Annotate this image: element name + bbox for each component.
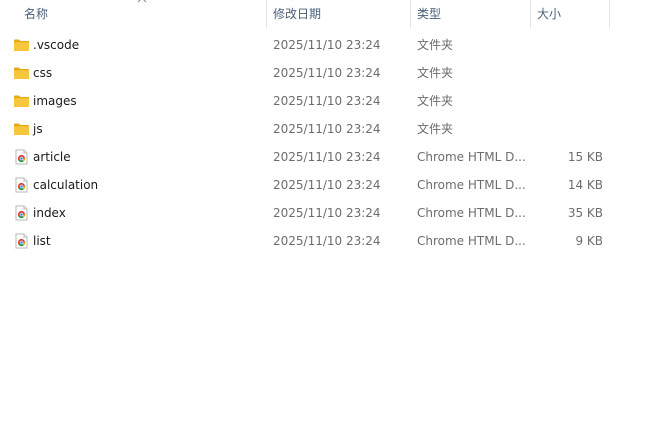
file-name: calculation xyxy=(33,178,99,192)
file-row[interactable]: calculation 2025/11/10 23:24 Chrome HTML… xyxy=(0,171,610,199)
file-type: Chrome HTML D... xyxy=(417,234,526,248)
file-name: article xyxy=(33,150,71,164)
file-row[interactable]: index 2025/11/10 23:24 Chrome HTML D... … xyxy=(0,199,610,227)
file-type: Chrome HTML D... xyxy=(417,206,526,220)
file-size: 35 KB xyxy=(567,206,603,220)
file-type: Chrome HTML D... xyxy=(417,150,526,164)
file-name: css xyxy=(33,66,53,80)
file-date: 2025/11/10 23:24 xyxy=(273,38,381,52)
file-name: images xyxy=(33,94,77,108)
file-row[interactable]: list 2025/11/10 23:24 Chrome HTML D... 9… xyxy=(0,227,610,255)
column-header-size[interactable]: 大小 xyxy=(530,0,610,28)
file-size: 15 KB xyxy=(567,150,603,164)
chrome-html-file-icon xyxy=(13,233,30,249)
file-size: 14 KB xyxy=(567,178,603,192)
file-size: 9 KB xyxy=(575,234,603,248)
file-name: index xyxy=(33,206,66,220)
file-date: 2025/11/10 23:24 xyxy=(273,178,381,192)
file-date: 2025/11/10 23:24 xyxy=(273,66,381,80)
file-name: .vscode xyxy=(33,38,80,52)
folder-icon xyxy=(13,65,30,81)
column-header-name[interactable]: 名称 xyxy=(18,0,266,28)
file-name: list xyxy=(33,234,51,248)
file-row[interactable]: .vscode 2025/11/10 23:24 文件夹 xyxy=(0,31,610,59)
file-type: 文件夹 xyxy=(417,122,454,136)
file-date: 2025/11/10 23:24 xyxy=(273,150,381,164)
file-date: 2025/11/10 23:24 xyxy=(273,234,381,248)
file-row[interactable]: css 2025/11/10 23:24 文件夹 xyxy=(0,59,610,87)
column-header-type[interactable]: 类型 xyxy=(410,0,530,28)
file-type: 文件夹 xyxy=(417,66,454,80)
file-type: 文件夹 xyxy=(417,94,454,108)
file-row[interactable]: images 2025/11/10 23:24 文件夹 xyxy=(0,87,610,115)
file-date: 2025/11/10 23:24 xyxy=(273,206,381,220)
file-type: Chrome HTML D... xyxy=(417,178,526,192)
chrome-html-file-icon xyxy=(13,177,30,193)
folder-icon xyxy=(13,37,30,53)
file-list: 名称 修改日期 类型 大小 .vscode 2025/11/10 23:24 文… xyxy=(0,0,650,421)
file-row[interactable]: js 2025/11/10 23:24 文件夹 xyxy=(0,115,610,143)
column-header-bar: 名称 修改日期 类型 大小 xyxy=(0,0,650,28)
chrome-html-file-icon xyxy=(13,149,30,165)
file-date: 2025/11/10 23:24 xyxy=(273,94,381,108)
file-date: 2025/11/10 23:24 xyxy=(273,122,381,136)
file-type: 文件夹 xyxy=(417,38,454,52)
file-name: js xyxy=(33,122,43,136)
column-header-date-modified[interactable]: 修改日期 xyxy=(266,0,410,28)
file-row[interactable]: article 2025/11/10 23:24 Chrome HTML D..… xyxy=(0,143,610,171)
folder-icon xyxy=(13,121,30,137)
chrome-html-file-icon xyxy=(13,205,30,221)
file-rows: .vscode 2025/11/10 23:24 文件夹 css 2025/11… xyxy=(0,31,650,255)
folder-icon xyxy=(13,93,30,109)
